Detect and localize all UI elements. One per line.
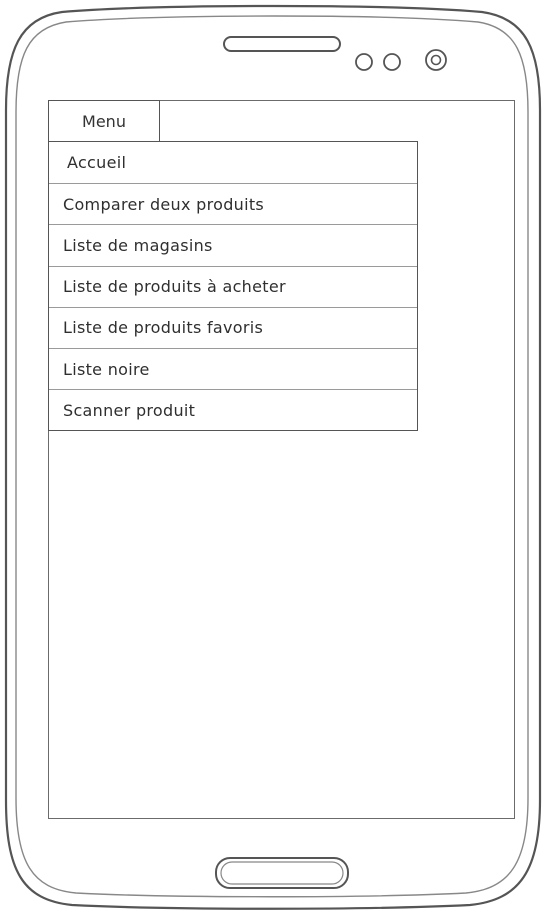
menu-item-produits-acheter[interactable]: Liste de produits à acheter (49, 265, 417, 307)
sensor-icon (355, 53, 373, 71)
menu-item-liste-noire[interactable]: Liste noire (49, 347, 417, 389)
menu-item-magasins[interactable]: Liste de magasins (49, 224, 417, 265)
menu-item-label: Liste de produits favoris (63, 318, 264, 338)
menu-item-produits-favoris[interactable]: Liste de produits favoris (49, 306, 417, 348)
menu-item-label: Liste noire (63, 359, 150, 379)
menu-item-comparer[interactable]: Comparer deux produits (49, 183, 417, 224)
menu-item-label: Accueil (67, 153, 127, 173)
menu-list: Accueil Comparer deux produits Liste de … (48, 141, 418, 432)
camera-icon (425, 49, 447, 71)
menu-tab-label: Menu (82, 111, 126, 131)
menu-item-label: Scanner produit (63, 400, 196, 420)
speaker-slot (223, 36, 341, 52)
menu-item-accueil[interactable]: Accueil (49, 142, 417, 183)
menu-item-label: Liste de produits à acheter (63, 277, 286, 297)
menu-item-scanner[interactable]: Scanner produit (49, 389, 417, 430)
menu-item-label: Comparer deux produits (63, 194, 265, 214)
menu-item-label: Liste de magasins (63, 235, 213, 255)
menu-tab[interactable]: Menu (48, 100, 160, 142)
phone-mockup: Menu Accueil Comparer deux produits List… (0, 0, 544, 911)
sensor-icon (383, 53, 401, 71)
